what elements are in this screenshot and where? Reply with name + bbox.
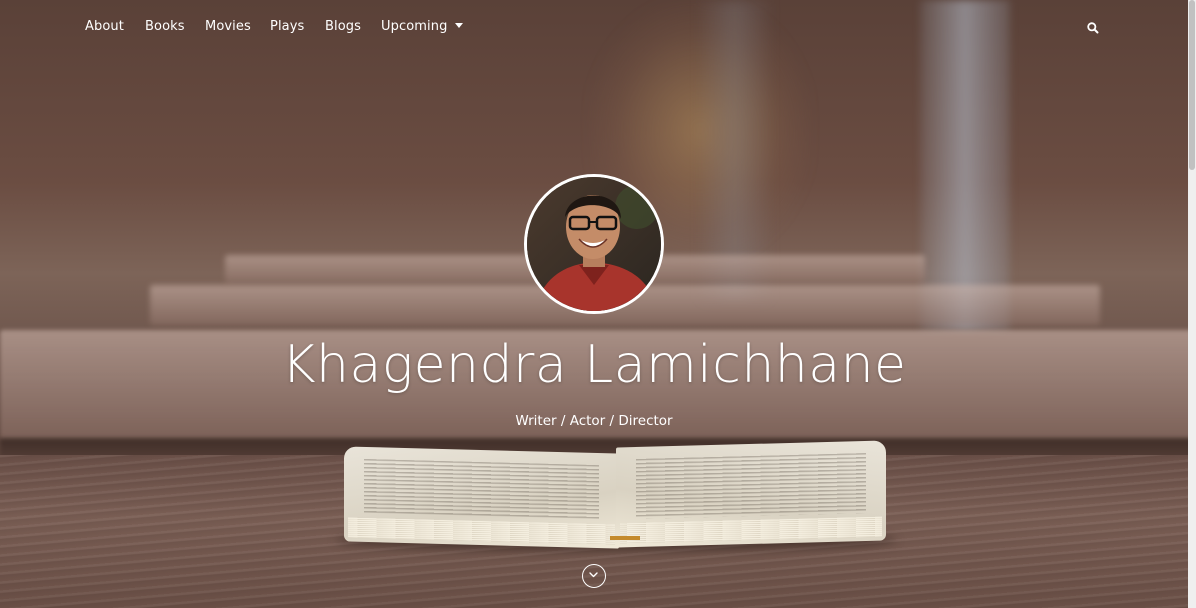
caret-down-icon [455, 23, 464, 28]
open-book-image [336, 440, 896, 550]
nav-item-about[interactable]: About [85, 19, 124, 34]
hero-subtitle: Writer / Actor / Director [515, 413, 673, 429]
top-navigation: About Books Movies Plays Blogs Upcoming [0, 0, 1196, 56]
scrollbar[interactable] [1188, 0, 1196, 608]
nav-item-movies[interactable]: Movies [205, 19, 251, 34]
profile-photo [527, 177, 661, 311]
avatar [524, 174, 664, 314]
nav-item-upcoming[interactable]: Upcoming [381, 19, 464, 34]
search-icon [1087, 22, 1099, 34]
nav-item-upcoming-label: Upcoming [381, 19, 448, 34]
scrollbar-thumb[interactable] [1189, 0, 1195, 170]
scroll-down-button[interactable] [582, 564, 606, 588]
nav-item-blogs[interactable]: Blogs [325, 19, 361, 34]
chevron-down-icon [589, 572, 598, 578]
search-button[interactable] [1086, 20, 1100, 34]
page: About Books Movies Plays Blogs Upcoming [0, 0, 1196, 608]
nav-item-plays[interactable]: Plays [270, 19, 304, 34]
nav-item-books[interactable]: Books [145, 19, 185, 34]
hero-title: Khagendra Lamichhane [281, 335, 907, 395]
